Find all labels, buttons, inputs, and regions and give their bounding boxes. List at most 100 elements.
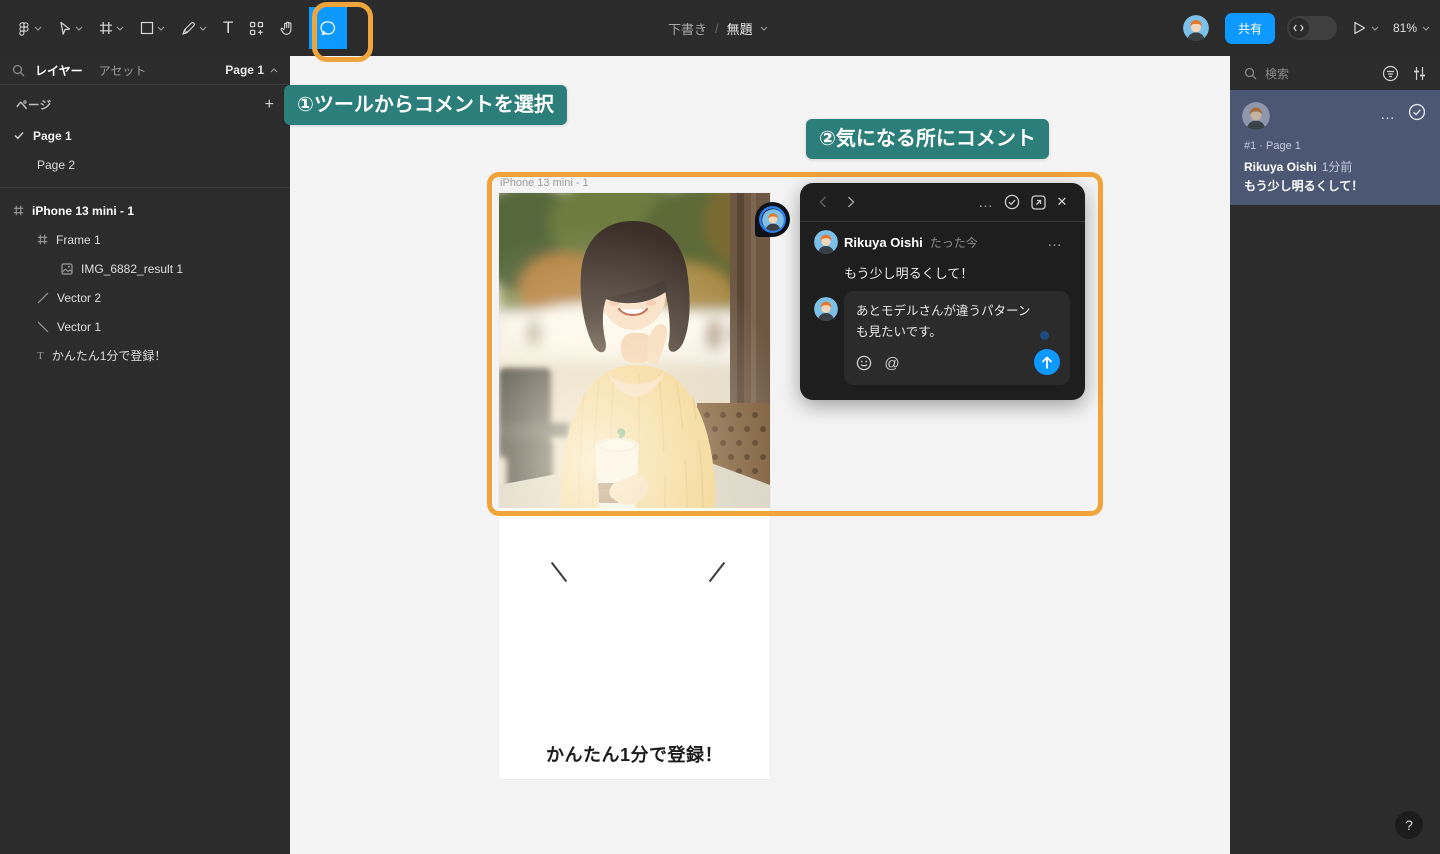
shape-tool-button[interactable] xyxy=(132,0,173,56)
comment-timestamp: たった今 xyxy=(929,236,978,250)
comment-tool-icon xyxy=(320,20,335,35)
layer-img-6882[interactable]: IMG_6882_result 1 xyxy=(0,254,290,283)
avatar xyxy=(1242,102,1270,130)
layer-label: IMG_6882_result 1 xyxy=(81,261,184,276)
figma-app-window: iPhone 13 mini - 1 かんたん1分で登録！ ①ツールからコメント… xyxy=(0,0,1440,854)
comment-options-icon[interactable]: … xyxy=(1047,233,1063,250)
comment-timestamp: 1分前 xyxy=(1321,160,1353,174)
filter-comments-icon[interactable] xyxy=(1382,65,1399,82)
help-icon: ? xyxy=(1405,817,1413,833)
dev-mode-toggle[interactable] xyxy=(1286,16,1337,40)
rectangle-tool-icon xyxy=(140,21,154,35)
main-menu-button[interactable] xyxy=(8,0,50,56)
comment-author: Rikuya Oishi xyxy=(844,235,923,250)
frame-headline-text: かんたん1分で登録！ xyxy=(545,745,723,765)
breadcrumb: 下書き / 無題 xyxy=(668,0,768,56)
resolve-comment-icon[interactable] xyxy=(999,194,1025,210)
hand-tool-button[interactable] xyxy=(272,0,303,56)
breadcrumb-separator: / xyxy=(715,20,719,36)
layer-vector-1[interactable]: Vector 1 xyxy=(0,312,290,341)
pen-tool-icon xyxy=(182,21,195,35)
thread-options-icon[interactable]: … xyxy=(973,194,999,211)
breadcrumb-project[interactable]: 下書き xyxy=(668,19,707,38)
comment-list-item-selected[interactable]: … #1 · Page 1 Rikuya Oishi 1分前 もう少し明るくして… xyxy=(1230,90,1440,205)
send-reply-button[interactable] xyxy=(1034,349,1060,375)
comment-preview: もう少し明るくして！ xyxy=(1244,179,1364,193)
annotation-step1: ①ツールからコメントを選択 xyxy=(284,85,567,125)
page-selector[interactable]: Page 1 xyxy=(225,63,278,77)
layer-text-kantan[interactable]: T かんたん1分で登録！ xyxy=(0,341,290,370)
move-tool-icon xyxy=(60,21,71,35)
comment-pin[interactable] xyxy=(755,202,790,237)
add-page-icon[interactable]: + xyxy=(265,96,274,114)
text-tool-button[interactable]: T xyxy=(215,0,241,56)
comment-author: Rikuya Oishi xyxy=(1244,159,1317,174)
layer-vector-2[interactable]: Vector 2 xyxy=(0,283,290,312)
check-icon xyxy=(14,131,24,140)
jump-to-comment-icon[interactable] xyxy=(1025,194,1051,210)
play-icon xyxy=(1354,21,1366,35)
user-avatar[interactable] xyxy=(1182,15,1209,41)
reply-draft-text[interactable]: あとモデルさんが違うパターンも見たいです。 xyxy=(844,291,1054,353)
search-icon[interactable] xyxy=(12,64,25,77)
comment-pin-ring xyxy=(759,206,786,233)
vector-line-icon xyxy=(37,292,49,304)
zoom-menu[interactable]: 81% xyxy=(1393,21,1430,35)
page-item-2[interactable]: Page 2 xyxy=(0,150,290,179)
avatar xyxy=(814,297,838,321)
text-caret-dot xyxy=(1040,331,1049,340)
dev-mode-icon xyxy=(1288,18,1309,38)
actions-button[interactable] xyxy=(241,0,272,56)
page-item-label: Page 2 xyxy=(37,157,76,172)
vector-line-left xyxy=(550,561,568,583)
left-sidebar: レイヤー アセット Page 1 ページ + Page 1 Page 2 iPh… xyxy=(0,56,290,854)
avatar xyxy=(761,208,784,231)
actions-icon xyxy=(250,21,264,35)
layer-iphone-13-mini[interactable]: iPhone 13 mini - 1 xyxy=(0,196,290,225)
top-toolbar: T 下書き / 無題 共有 81% xyxy=(0,0,1440,56)
text-tool-icon: T xyxy=(223,18,234,37)
close-popup-icon[interactable]: ✕ xyxy=(1051,194,1073,210)
layer-label: Vector 2 xyxy=(57,290,102,305)
resolve-comment-icon[interactable] xyxy=(1408,103,1426,121)
move-tool-button[interactable] xyxy=(50,0,91,56)
image-icon xyxy=(61,262,73,275)
pen-tool-button[interactable] xyxy=(173,0,215,56)
photo-img-6882 xyxy=(499,193,770,508)
frame-tool-icon xyxy=(100,22,112,34)
page-item-label: Page 1 xyxy=(33,128,72,143)
pages-section-header: ページ xyxy=(16,100,52,112)
frame-icon xyxy=(13,205,24,216)
search-icon[interactable] xyxy=(1244,67,1257,80)
mention-icon[interactable]: @ xyxy=(882,353,902,373)
page-selector-label: Page 1 xyxy=(225,63,264,77)
share-button[interactable]: 共有 xyxy=(1224,12,1275,44)
emoji-icon[interactable] xyxy=(854,353,874,373)
prev-comment-icon[interactable] xyxy=(812,196,834,208)
frame-name-label[interactable]: iPhone 13 mini - 1 xyxy=(500,177,589,189)
comments-search-input[interactable]: 検索 xyxy=(1265,65,1382,82)
vector-line-icon xyxy=(37,321,49,333)
help-button[interactable]: ? xyxy=(1395,811,1423,839)
next-comment-icon[interactable] xyxy=(840,196,862,208)
zoom-level: 81% xyxy=(1392,21,1417,35)
text-icon: T xyxy=(37,349,44,362)
frame-tool-button[interactable] xyxy=(91,0,132,56)
page-item-1[interactable]: Page 1 xyxy=(0,121,290,150)
layer-label: Vector 1 xyxy=(57,319,102,334)
breadcrumb-file[interactable]: 無題 xyxy=(727,19,753,38)
sort-comments-icon[interactable] xyxy=(1413,66,1426,81)
comment-tool-button[interactable] xyxy=(309,7,348,49)
present-button[interactable] xyxy=(1353,21,1379,35)
tab-layers[interactable]: レイヤー xyxy=(35,62,83,79)
layer-label: iPhone 13 mini - 1 xyxy=(32,203,135,218)
comment-item-options-icon[interactable]: … xyxy=(1380,106,1396,123)
design-frame[interactable]: かんたん1分で登録！ xyxy=(499,193,770,779)
layer-label: Frame 1 xyxy=(56,232,101,247)
reply-input[interactable]: あとモデルさんが違うパターンも見たいです。 @ xyxy=(844,291,1070,385)
layer-frame-1[interactable]: Frame 1 xyxy=(0,225,290,254)
hand-tool-icon xyxy=(280,21,292,35)
vector-line-right xyxy=(708,561,726,583)
annotation-step2: ②気になる所にコメント xyxy=(806,119,1049,159)
tab-assets[interactable]: アセット xyxy=(99,62,147,79)
